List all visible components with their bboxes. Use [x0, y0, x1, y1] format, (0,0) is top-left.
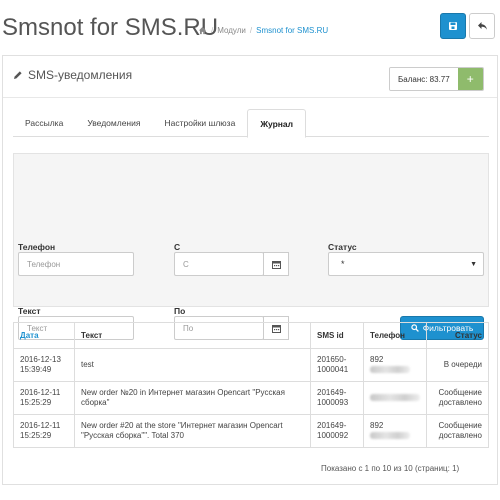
balance-label: Баланс: 83.77: [390, 68, 458, 90]
cell-status: Сообщение доставлено: [426, 381, 489, 415]
tab-journal[interactable]: Журнал: [247, 109, 307, 138]
tab-bar: Рассылка Уведомления Настройки шлюза Жур…: [13, 109, 489, 138]
tab-mailing[interactable]: Рассылка: [13, 109, 75, 137]
filter-box: Телефон Телефон С С Статус * ▼ Текст Тек…: [13, 153, 489, 340]
cell-sms-id: 201649-1000092: [310, 414, 364, 448]
breadcrumb-item-current[interactable]: Smsnot for SMS.RU: [256, 26, 328, 35]
phone-redacted: [370, 432, 410, 440]
from-calendar-button[interactable]: [263, 252, 289, 276]
col-status: Статус: [426, 322, 489, 349]
cell-text: New order №20 in Интернет магазин Openca…: [74, 381, 311, 415]
phone-redacted: [370, 366, 410, 374]
breadcrumb-item-modules[interactable]: Модули: [217, 26, 246, 35]
col-date[interactable]: Дата: [13, 322, 75, 349]
breadcrumb-separator: /: [211, 26, 214, 35]
cell-sms-id: 201649-1000093: [310, 381, 364, 415]
col-sms-id: SMS id: [310, 322, 364, 349]
text-label: Текст: [18, 306, 41, 316]
save-button[interactable]: [440, 13, 466, 39]
col-phone: Телефон: [363, 322, 427, 349]
cell-status: В очереди: [426, 348, 489, 382]
to-date-label: По: [174, 306, 186, 316]
status-select-value: *: [341, 259, 345, 269]
caret-down-icon: ▼: [470, 260, 477, 268]
cell-phone: 892: [363, 414, 427, 448]
panel-heading: SMS-уведомления Баланс: 83.77 +: [3, 56, 497, 98]
phone-label: Телефон: [18, 242, 56, 252]
status-select[interactable]: * ▼: [328, 252, 484, 276]
cell-sms-id: 201650-1000041: [310, 348, 364, 382]
sms-panel: SMS-уведомления Баланс: 83.77 + Рассылка…: [2, 55, 498, 485]
phone-visible: 892: [370, 354, 384, 364]
balance-group: Баланс: 83.77 +: [389, 67, 484, 91]
table-header-row: Дата Текст SMS id Телефон Статус: [13, 322, 489, 349]
table-row: 2016-12-11 15:25:29 New order №20 in Инт…: [13, 381, 489, 415]
phone-visible: 892: [370, 420, 384, 430]
cell-text: New order #20 at the store "Интернет маг…: [74, 414, 311, 448]
cell-phone: [363, 381, 427, 415]
table-row: 2016-12-13 15:39:49 test 201650-1000041 …: [13, 348, 489, 382]
cell-text: test: [74, 348, 311, 382]
from-date-label: С: [174, 242, 181, 252]
panel-title-text: SMS-уведомления: [28, 68, 133, 82]
add-balance-button[interactable]: +: [457, 68, 483, 90]
phone-redacted: [370, 394, 420, 402]
pencil-icon: [14, 71, 22, 79]
pagination-info: Показано с 1 по 10 из 10 (страниц: 1): [321, 464, 460, 473]
reply-icon: [477, 22, 487, 30]
cell-date: 2016-12-11 15:25:29: [13, 381, 75, 415]
breadcrumb-separator: /: [249, 26, 253, 35]
cell-date: 2016-12-13 15:39:49: [13, 348, 75, 382]
cell-date: 2016-12-11 15:25:29: [13, 414, 75, 448]
cell-phone: 892: [363, 348, 427, 382]
cell-status: Сообщение доставлено: [426, 414, 489, 448]
home-icon[interactable]: [198, 26, 207, 35]
breadcrumb: / Модули / Smsnot for SMS.RU: [198, 26, 328, 35]
save-icon: [449, 22, 457, 30]
tab-notifications[interactable]: Уведомления: [75, 109, 152, 137]
status-label: Статус: [328, 242, 357, 252]
journal-table: Дата Текст SMS id Телефон Статус 2016-12…: [13, 322, 489, 448]
from-date-input[interactable]: С: [174, 252, 264, 276]
calendar-icon: [271, 260, 281, 269]
tab-gateway-settings[interactable]: Настройки шлюза: [152, 109, 247, 137]
col-text: Текст: [74, 322, 311, 349]
back-button[interactable]: [469, 13, 495, 39]
phone-input[interactable]: Телефон: [18, 252, 134, 276]
table-row: 2016-12-11 15:25:29 New order #20 at the…: [13, 414, 489, 448]
page-title: Smsnot for SMS.RU: [2, 14, 219, 41]
panel-title: SMS-уведомления: [13, 68, 132, 82]
